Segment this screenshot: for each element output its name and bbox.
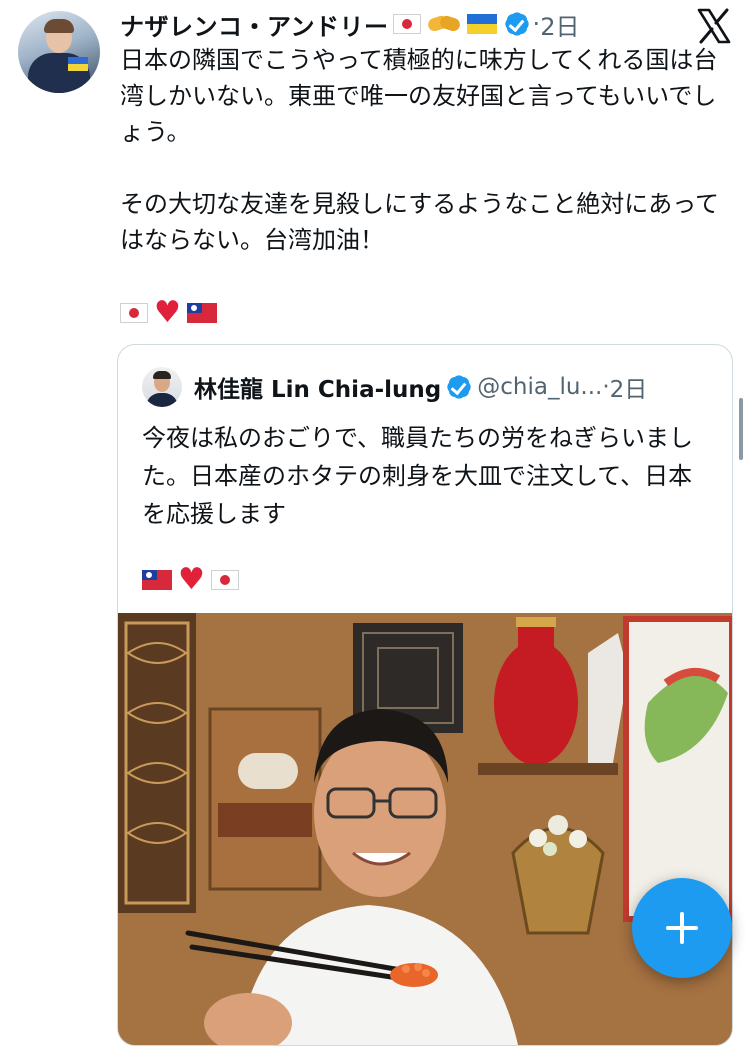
quote-emoji-row: ♥ [142, 563, 239, 597]
japan-flag-icon [210, 570, 239, 590]
tweet: ナザレンコ・アンドリー · 2日 日本の隣国でこうやって積極的に味方してくれる国… [0, 0, 750, 1046]
tweet-emoji-row: ♥ [120, 296, 217, 330]
quote-photo[interactable] [118, 613, 732, 1045]
quote-author-avatar[interactable] [142, 367, 182, 407]
quote-author-handle[interactable]: @chia_lu... [477, 374, 602, 400]
quote-header: 林佳龍 Lin Chia-lung @chia_lu... · 2日 [142, 367, 647, 407]
avatar-hair [44, 19, 74, 33]
tweet-time[interactable]: 2日 [540, 7, 579, 42]
taiwan-flag-icon [186, 303, 217, 323]
x-logo-icon[interactable] [694, 6, 734, 46]
verified-badge-icon [502, 9, 531, 39]
quote-text: 今夜は私のおごりで、職員たちの労をねぎらいました。日本産のホタテの刺身を大皿で注… [142, 424, 694, 528]
tweet-header: ナザレンコ・アンドリー · 2日 [120, 6, 579, 42]
red-heart-icon: ♥ [154, 295, 181, 330]
ukraine-flag-icon [466, 14, 497, 34]
author-avatar[interactable] [18, 11, 100, 93]
avatar-flag [68, 57, 88, 71]
red-heart-icon: ♥ [178, 562, 205, 597]
carved-wood-screen [118, 613, 196, 913]
japan-flag-icon [392, 14, 421, 34]
author-name[interactable]: ナザレンコ・アンドリー [120, 7, 389, 42]
japan-flag-icon [120, 303, 148, 323]
handshake-icon [426, 11, 462, 37]
tweet-text: 日本の隣国でこうやって積極的に味方してくれる国は台湾しかいない。東亜で唯一の友好… [120, 46, 720, 254]
taiwan-flag-icon [142, 570, 172, 590]
quote-author-name[interactable]: 林佳龍 Lin Chia-lung [194, 370, 441, 404]
verified-badge-icon [445, 372, 474, 402]
quote-time[interactable]: 2日 [610, 370, 648, 404]
scrollbar[interactable] [739, 398, 743, 460]
compose-button[interactable] [632, 878, 732, 978]
header-separator: · [532, 10, 541, 38]
quote-separator: · [602, 374, 610, 400]
